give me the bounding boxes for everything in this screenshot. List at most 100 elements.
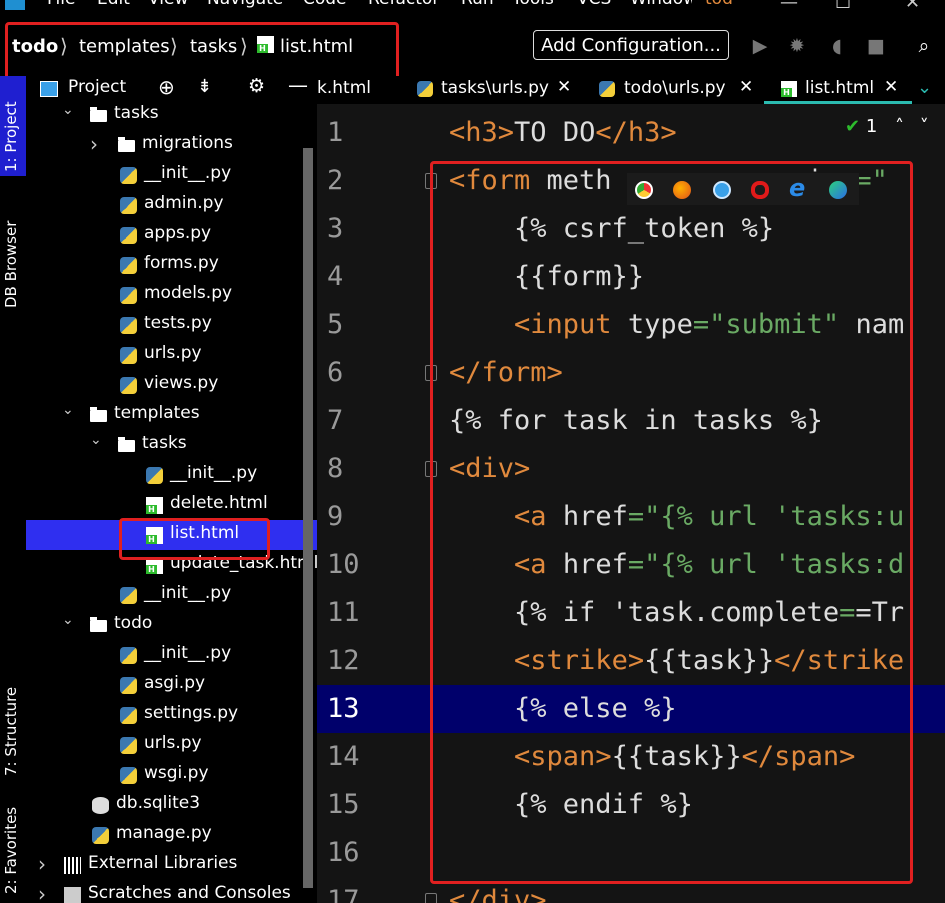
close-window-icon[interactable]: ✕ bbox=[905, 0, 920, 13]
stop-icon[interactable]: ■ bbox=[865, 35, 887, 57]
tree-item[interactable]: ⌄ todo bbox=[26, 610, 317, 640]
tree-item[interactable]: forms.py bbox=[26, 250, 317, 280]
tree-item-label: migrations bbox=[142, 133, 233, 153]
tree-item[interactable]: __init__.py bbox=[26, 580, 317, 610]
chevron-right-icon[interactable]: › bbox=[38, 882, 46, 903]
fold-marker-icon[interactable] bbox=[425, 893, 437, 903]
add-configuration-button[interactable]: Add Configuration... bbox=[533, 30, 729, 60]
chevron-down-icon[interactable]: ˅ bbox=[920, 116, 929, 137]
search-icon[interactable]: ⌕ bbox=[913, 35, 935, 57]
tree-item[interactable]: admin.py bbox=[26, 190, 317, 220]
tree-item[interactable]: › External Libraries bbox=[26, 850, 317, 880]
tab-label: tasks\urls.py bbox=[441, 78, 549, 98]
run-icon[interactable]: ▶ bbox=[749, 35, 771, 57]
tree-item-label: asgi.py bbox=[144, 673, 206, 693]
tab-tasks-urls[interactable]: tasks\urls.py ✕ bbox=[415, 76, 585, 104]
tree-item[interactable]: views.py bbox=[26, 370, 317, 400]
tree-item[interactable]: manage.py bbox=[26, 820, 317, 850]
tree-item[interactable]: ⌄ tasks bbox=[26, 430, 317, 460]
python-file-icon bbox=[599, 81, 615, 97]
tree-item[interactable]: delete.html bbox=[26, 490, 317, 520]
tab-list-chevron-icon[interactable]: ⌄ bbox=[917, 77, 932, 98]
menu-refactor[interactable]: Refactor bbox=[368, 0, 439, 9]
inspection-widget[interactable]: ✔ 1 ˄ ˅ bbox=[845, 116, 929, 137]
minimize-icon[interactable]: — bbox=[780, 0, 798, 13]
menu-bar: File Edit View Navigate Code Refactor Ru… bbox=[0, 0, 945, 14]
tree-item[interactable]: asgi.py bbox=[26, 670, 317, 700]
tool-tab-favorites[interactable]: 2: Favorites bbox=[2, 807, 20, 894]
tree-item[interactable]: __init__.py bbox=[26, 640, 317, 670]
tree-item[interactable]: settings.py bbox=[26, 700, 317, 730]
menu-tools[interactable]: Tools bbox=[512, 0, 554, 9]
python-file-icon bbox=[146, 467, 163, 484]
line-number: 2 bbox=[327, 165, 344, 196]
python-file-icon bbox=[120, 287, 137, 304]
tool-tab-db-browser[interactable]: DB Browser bbox=[2, 221, 20, 308]
collapse-all-icon[interactable]: ⇟ bbox=[197, 76, 212, 97]
tree-item[interactable]: __init__.py bbox=[26, 160, 317, 190]
tree-item[interactable]: models.py bbox=[26, 280, 317, 310]
tree-item[interactable]: __init__.py bbox=[26, 460, 317, 490]
html-file-icon bbox=[146, 497, 163, 514]
locate-icon[interactable]: ⊕ bbox=[158, 75, 175, 99]
tree-item-label: wsgi.py bbox=[144, 763, 209, 783]
tree-item[interactable]: › migrations bbox=[26, 130, 317, 160]
tool-tab-structure[interactable]: 7: Structure bbox=[2, 687, 20, 776]
database-icon bbox=[92, 797, 109, 814]
tree-item-label: __init__.py bbox=[144, 583, 232, 603]
tree-item[interactable]: › Scratches and Consoles bbox=[26, 880, 317, 903]
menu-edit[interactable]: Edit bbox=[97, 0, 130, 9]
close-tab-icon[interactable]: ✕ bbox=[557, 77, 571, 97]
project-panel-title[interactable]: Project bbox=[68, 77, 126, 97]
folder-icon bbox=[90, 617, 107, 632]
menu-window[interactable]: Window bbox=[630, 0, 692, 9]
tab-label: list.html bbox=[805, 78, 875, 98]
tree-item[interactable]: ⌄ tasks bbox=[26, 102, 317, 130]
menu-run[interactable]: Run bbox=[461, 0, 494, 9]
menu-view[interactable]: View bbox=[148, 0, 188, 9]
tool-tab-project[interactable]: 1: Project bbox=[2, 101, 20, 172]
tree-item[interactable]: db.sqlite3 bbox=[26, 790, 317, 820]
tree-item[interactable]: urls.py bbox=[26, 340, 317, 370]
close-tab-icon[interactable]: ✕ bbox=[884, 77, 898, 97]
tree-scrollbar[interactable] bbox=[303, 148, 313, 888]
python-file-icon bbox=[120, 227, 137, 244]
editor-tab-bar: k.html tasks\urls.py ✕ todo\urls.py ✕ li… bbox=[317, 76, 945, 104]
tree-item[interactable]: wsgi.py bbox=[26, 760, 317, 790]
code-text: <h3>TO DO</h3> bbox=[449, 117, 677, 148]
inspection-count: 1 bbox=[865, 116, 878, 137]
close-tab-icon[interactable]: ✕ bbox=[739, 77, 753, 97]
python-file-icon bbox=[120, 707, 137, 724]
tree-item-label: __init__.py bbox=[170, 463, 258, 483]
tab-label: k.html bbox=[317, 78, 371, 98]
menu-file[interactable]: File bbox=[47, 0, 75, 9]
tree-item[interactable]: urls.py bbox=[26, 730, 317, 760]
chevron-down-icon[interactable]: ⌄ bbox=[62, 402, 74, 418]
chevron-down-icon[interactable]: ⌄ bbox=[90, 432, 102, 448]
tree-item[interactable]: apps.py bbox=[26, 220, 317, 250]
tree-item[interactable]: tests.py bbox=[26, 310, 317, 340]
hide-panel-icon[interactable]: — bbox=[288, 73, 308, 97]
debug-icon[interactable]: ✹ bbox=[786, 35, 808, 57]
menu-navigate[interactable]: Navigate bbox=[207, 0, 283, 9]
tab-list-html[interactable]: list.html ✕ bbox=[764, 76, 912, 104]
chevron-down-icon[interactable]: ⌄ bbox=[62, 612, 74, 628]
coverage-icon[interactable]: ◖ bbox=[826, 35, 848, 57]
menu-code[interactable]: Code bbox=[303, 0, 347, 9]
line-number: 6 bbox=[327, 357, 344, 388]
tab-k-html[interactable]: k.html bbox=[317, 76, 407, 104]
chevron-up-icon[interactable]: ˄ bbox=[895, 116, 904, 137]
python-file-icon bbox=[120, 167, 137, 184]
chevron-right-icon[interactable]: › bbox=[90, 132, 98, 156]
maximize-icon[interactable]: ☐ bbox=[835, 0, 851, 13]
tree-item-label: Scratches and Consoles bbox=[88, 883, 291, 903]
project-icon bbox=[40, 81, 58, 97]
tree-item-label: urls.py bbox=[144, 343, 202, 363]
gear-icon[interactable]: ⚙ bbox=[248, 75, 265, 97]
tree-item[interactable]: ⌄ templates bbox=[26, 400, 317, 430]
python-file-icon bbox=[120, 647, 137, 664]
tab-todo-urls[interactable]: todo\urls.py ✕ bbox=[599, 76, 765, 104]
menu-vcs[interactable]: VCS bbox=[577, 0, 611, 9]
chevron-down-icon[interactable]: ⌄ bbox=[62, 102, 74, 118]
chevron-right-icon[interactable]: › bbox=[38, 852, 46, 876]
